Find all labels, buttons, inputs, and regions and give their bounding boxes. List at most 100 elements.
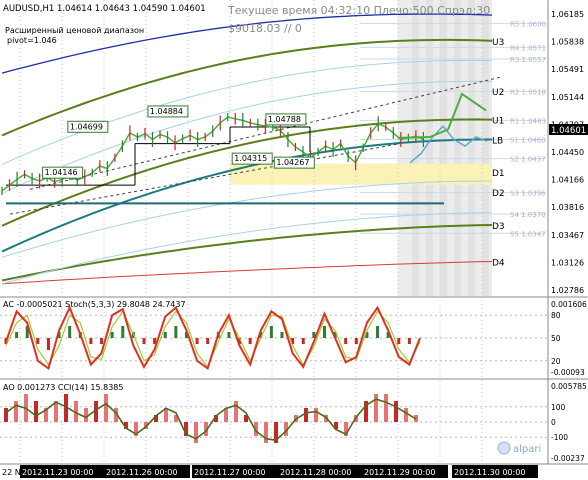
ac-bar — [322, 326, 326, 338]
level-label-d2: D2 — [492, 189, 505, 199]
price-label: 1.04315 — [234, 154, 267, 163]
level-label-u3: U3 — [492, 38, 504, 48]
current-price-label: 1.04601 — [551, 126, 586, 136]
faint-level-label: S3 1.0396 — [510, 190, 546, 198]
ac-bar — [121, 326, 125, 338]
ao-bar — [4, 408, 8, 422]
ac-bar — [46, 338, 50, 350]
ac-bar — [36, 338, 40, 344]
ac-tick: 0.001606 — [551, 300, 587, 309]
faint-level-label: R4 1.0571 — [510, 44, 546, 52]
ac-bar — [397, 338, 401, 344]
ac-bar — [269, 326, 273, 338]
level-label-lb: LB — [492, 136, 503, 146]
ac-bar — [195, 338, 199, 344]
time-label: 2012.11.29 00:00 — [364, 468, 435, 477]
alpari-icon — [497, 441, 511, 455]
ac-bar — [407, 338, 411, 344]
level-label-u2: U2 — [492, 88, 504, 98]
level-label-d3: D3 — [492, 222, 505, 232]
ac-bar — [15, 332, 19, 338]
ac-bar — [68, 326, 72, 338]
price-tick: 1.03467 — [551, 231, 584, 240]
faint-level-label: R3 1.0557 — [510, 56, 546, 64]
time-label: 2012.11.30 00:00 — [454, 468, 525, 477]
alpari-text: alpari — [513, 444, 541, 455]
ac-bar — [110, 332, 114, 338]
level-label-d1: D1 — [492, 169, 505, 179]
faint-level-label: R1 1.0483 — [510, 117, 546, 125]
ao-bar — [314, 408, 318, 422]
ac-bar — [248, 338, 252, 344]
ao-bar — [34, 401, 38, 422]
time-label: 2012.11.23 00:00 — [22, 468, 93, 477]
ao-bar — [384, 394, 388, 422]
price-label: 1.04699 — [70, 122, 103, 131]
faint-level-label: S2 1.0437 — [510, 156, 546, 164]
price-tick: 1.02786 — [551, 286, 584, 295]
faint-level-label: R5 1.0600 — [510, 20, 546, 28]
ac-bar — [206, 338, 210, 344]
future-zone-stripe — [468, 0, 475, 296]
alpari-logo: alpari — [497, 441, 541, 455]
ao-bar — [374, 394, 378, 422]
ao-bar — [104, 394, 108, 422]
future-zone-stripe — [426, 0, 433, 296]
ao-tick: -0.00237 — [551, 454, 585, 463]
price-tick: 1.05491 — [551, 65, 584, 74]
ac-bar — [344, 338, 348, 344]
ao-tick: 100 — [551, 403, 566, 412]
price-tick: 1.05144 — [551, 93, 584, 102]
ac-bar — [280, 332, 284, 338]
info-line1: Текущее время 04:32:10 Плечо:500 Спрэд:3… — [227, 4, 490, 17]
ac-bar — [100, 338, 104, 344]
ac-bar — [227, 332, 231, 338]
ac-tick: -0.00093 — [551, 368, 585, 377]
ao-bar — [394, 401, 398, 422]
audusd-chart: R5 1.0600 R4 1.0571 R3 1.0557 R2 1.0518 R1 1… — [0, 0, 588, 480]
price-tick: 1.04166 — [551, 176, 584, 185]
ac-bar — [142, 338, 146, 344]
future-zone-stripe — [482, 0, 489, 296]
ac-tick: 20 — [551, 357, 561, 366]
faint-level-label: S1 1.0460 — [510, 137, 546, 145]
ac-bar — [174, 326, 178, 338]
ao-bar — [14, 401, 18, 422]
price-tick: 1.05838 — [551, 38, 584, 47]
ao-tick: -100 — [551, 433, 568, 442]
faint-level-label: R2 1.0518 — [510, 88, 546, 96]
ao-bar — [194, 422, 198, 443]
level-label-d4: D4 — [492, 258, 505, 268]
ao-title: AO 0.001273 CCI(14) 15.8385 — [3, 383, 123, 392]
future-zone-stripe — [412, 0, 419, 296]
ac-bar — [163, 332, 167, 338]
range-title: Расширенный ценовой диапазон — [5, 26, 144, 35]
ao-bar — [404, 408, 408, 422]
ao-bar — [264, 422, 268, 443]
price-tick: 1.03126 — [551, 258, 584, 267]
symbol-line: AUDUSD,H1 1.04614 1.04643 1.04590 1.0460… — [3, 4, 206, 14]
ao-bar — [304, 408, 308, 422]
price-label: 1.04884 — [150, 107, 183, 116]
price-label: 1.04267 — [276, 158, 309, 167]
price-label: 1.04146 — [45, 168, 78, 177]
faint-level-label: S4 1.0370 — [510, 211, 546, 219]
price-label: 1.04788 — [268, 115, 301, 124]
pivot-text: pivot=1.046 — [7, 36, 57, 45]
price-tick: 1.06185 — [551, 10, 584, 19]
time-label: 2012.11.26 00:00 — [106, 468, 177, 477]
price-tick: 1.04450 — [551, 148, 584, 157]
ac-bar — [354, 338, 358, 344]
future-zone-stripe — [454, 0, 461, 296]
ao-tick: 0 — [551, 418, 556, 427]
ac-tick: 50 — [551, 334, 561, 343]
price-tick: 1.03816 — [551, 203, 584, 212]
ac-bar — [89, 338, 93, 344]
future-zone-stripe — [440, 0, 447, 296]
ao-bar — [84, 408, 88, 422]
ac-bar — [376, 326, 380, 338]
ac-tick: 80 — [551, 311, 561, 320]
ac-bar — [301, 338, 305, 344]
ac-title: AC -0.0005021 Stoch(5,3,3) 29.8048 24.74… — [3, 300, 186, 309]
time-label: 2012.11.27 00:00 — [194, 468, 265, 477]
